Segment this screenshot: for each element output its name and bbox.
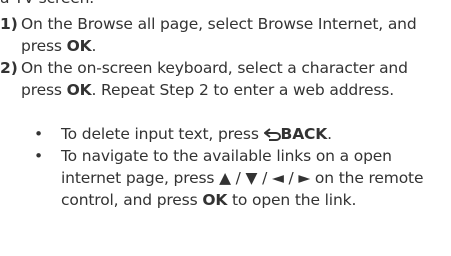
previous-line-fragment: a TV screen. [0, 0, 94, 9]
separator: / [283, 169, 299, 187]
nav-right-icon: ► [298, 169, 311, 187]
step-2-text: On the on-screen keyboard, select a char… [21, 57, 449, 101]
nav-left-icon: ◄ [271, 169, 284, 187]
ok-key-label: OK [66, 81, 92, 99]
separator: / [257, 169, 272, 187]
step-1-text: On the Browse all page, select Browse In… [21, 13, 449, 57]
nav-up-icon: ▲ [219, 169, 231, 187]
step-number-2: 2) [0, 59, 18, 77]
ok-key-label: OK [66, 37, 92, 55]
manual-page: a TV screen. 1) On the Browse all page, … [0, 0, 451, 256]
bullet-navigate-text: To navigate to the available links on a … [61, 145, 449, 211]
back-arrow-icon [262, 125, 281, 147]
step-1-end: . [91, 37, 97, 55]
step-number-1: 1) [0, 15, 18, 33]
bullet-1-body: To delete input text, press [61, 125, 264, 143]
bullet-marker: • [34, 125, 44, 143]
bullet-delete-text: To delete input text, press BACK. [61, 123, 449, 147]
bullet-2-end: to open the link. [227, 191, 357, 209]
back-key-label: BACK [280, 125, 328, 143]
bullet-1-end: . [327, 125, 332, 143]
separator: / [230, 169, 246, 187]
step-2-end: . Repeat Step 2 to enter a web address. [91, 81, 394, 99]
bullet-marker: • [34, 147, 44, 165]
nav-down-icon: ▼ [245, 169, 258, 187]
ok-key-label: OK [202, 191, 228, 209]
